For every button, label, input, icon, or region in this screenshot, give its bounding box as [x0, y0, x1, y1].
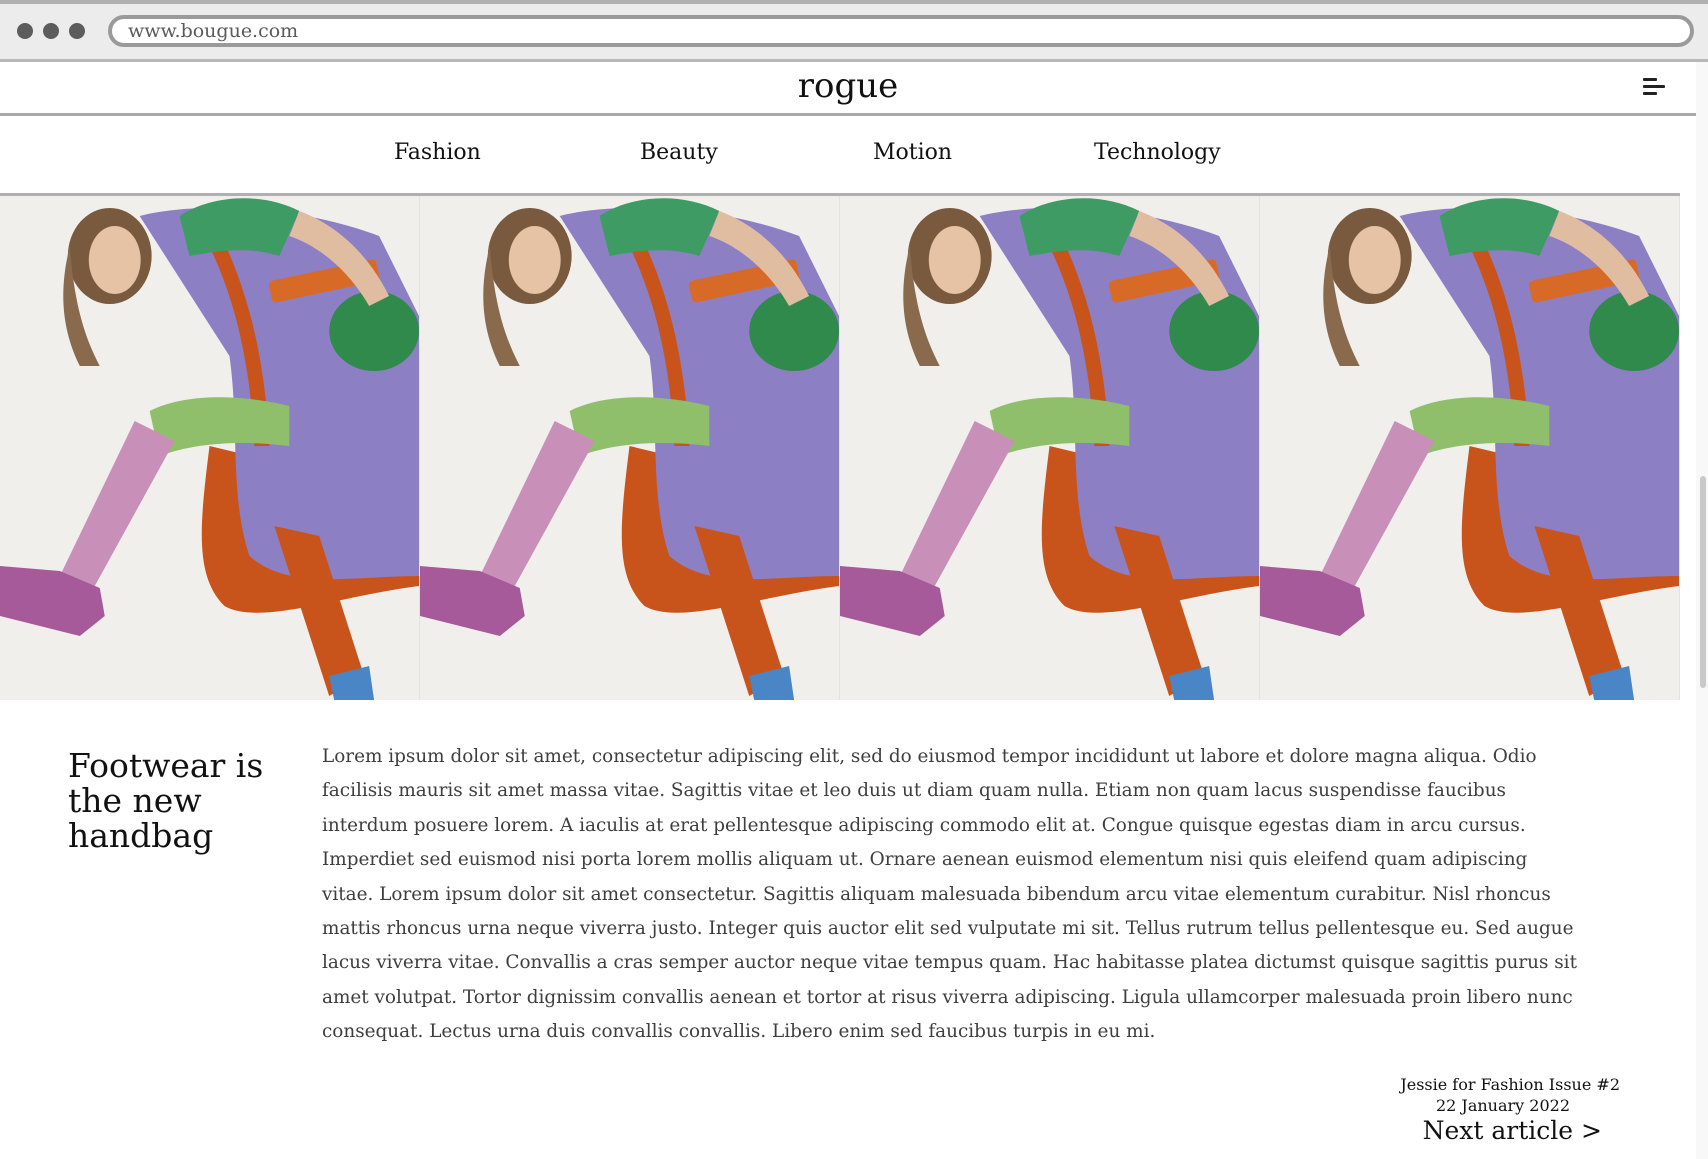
url-text: www.bougue.com: [128, 20, 299, 42]
article-credit: Jessie for Fashion Issue #2: [1400, 1075, 1620, 1094]
nav-item-technology[interactable]: Technology: [1094, 138, 1221, 168]
window-zoom-dot[interactable]: [69, 23, 85, 39]
hero-image: [0, 196, 1680, 700]
hero-panel: [0, 196, 420, 700]
window-minimize-dot[interactable]: [43, 23, 59, 39]
next-article-link[interactable]: Next article >: [1300, 1114, 1602, 1148]
nav-item-fashion[interactable]: Fashion: [394, 138, 481, 168]
article-headline: Footwear is the new handbag: [68, 746, 264, 855]
site-logo[interactable]: rogue: [0, 62, 1696, 110]
article-date: 22 January 2022: [1435, 1096, 1570, 1115]
nav-item-beauty[interactable]: Beauty: [640, 138, 718, 168]
window-edge: [0, 0, 1708, 4]
hero-panel: [1260, 196, 1680, 700]
header-divider: [0, 113, 1696, 116]
article-body: Lorem ipsum dolor sit amet, consectetur …: [322, 746, 1577, 1043]
hero-panel: [420, 196, 840, 700]
scrollbar-thumb[interactable]: [1700, 476, 1706, 688]
address-bar[interactable]: www.bougue.com: [108, 15, 1694, 47]
hamburger-menu-icon[interactable]: [1643, 76, 1667, 98]
browser-toolbar: www.bougue.com: [0, 0, 1708, 62]
nav-item-motion[interactable]: Motion: [873, 138, 952, 168]
hero-panel: [840, 196, 1260, 700]
window-close-dot[interactable]: [17, 23, 33, 39]
